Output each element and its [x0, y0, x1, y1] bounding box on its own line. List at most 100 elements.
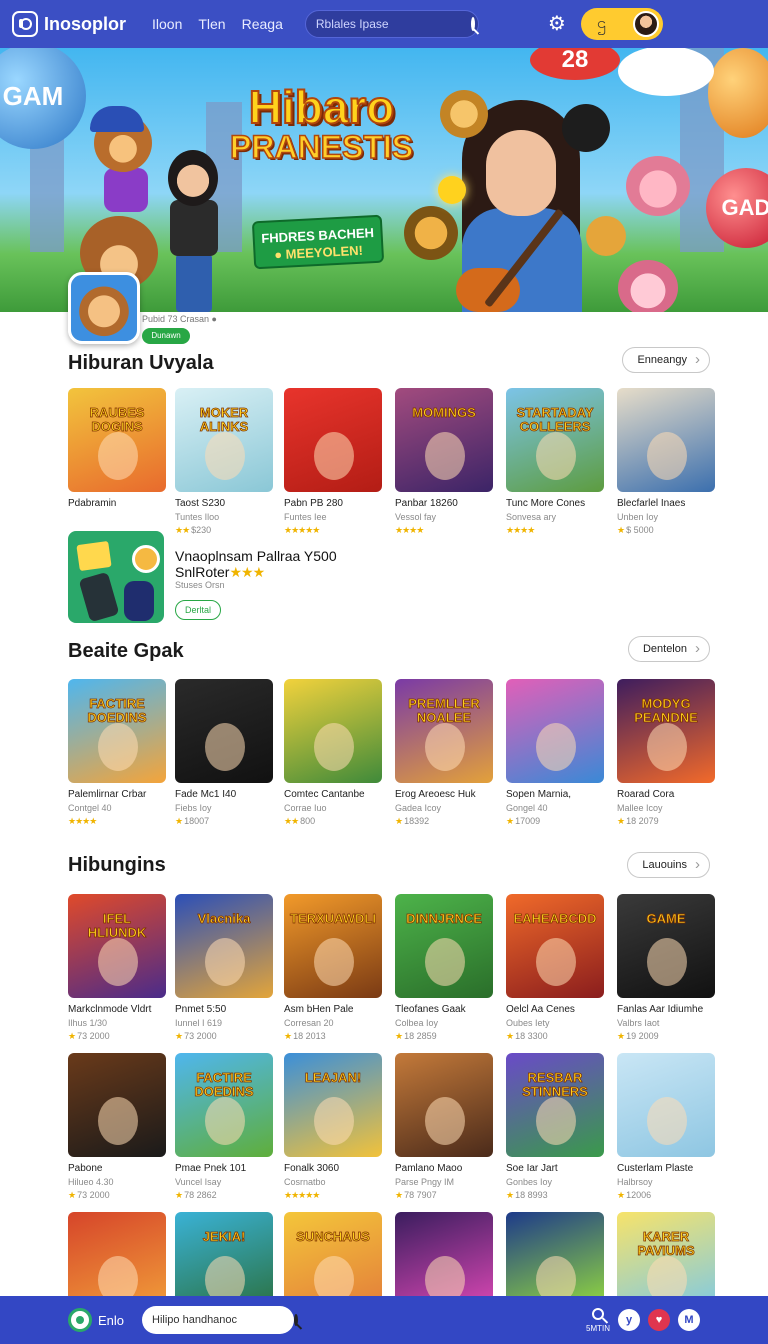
nav-link-3[interactable]: Reaga	[242, 16, 283, 32]
game-title[interactable]: Panbar 18260	[395, 498, 499, 509]
game-tile[interactable]: PREMLLER NOALEE	[395, 679, 493, 783]
game-title[interactable]: Comtec Cantanbe	[284, 789, 388, 800]
game-title[interactable]: Custerlam Plaste	[617, 1163, 721, 1174]
game-tile[interactable]	[68, 1053, 166, 1157]
game-title[interactable]: Fanlas Aar Idiumhe	[617, 1004, 721, 1015]
game-tile[interactable]	[506, 679, 604, 783]
game-tile[interactable]	[284, 388, 382, 492]
card-graphic	[76, 540, 112, 572]
game-rating-row: ★ 18 2013	[284, 1031, 388, 1042]
main-nav: Iloon Tlen Reaga	[152, 16, 283, 32]
game-tile[interactable]: Vlacnika	[175, 894, 273, 998]
game-title[interactable]: Tunc More Cones	[506, 498, 610, 509]
footer-search-button[interactable]: 5MTIN	[586, 1307, 610, 1333]
rating-stars: ★	[284, 1031, 292, 1041]
game-title[interactable]: Asm bHen Pale	[284, 1004, 388, 1015]
game-meta: Pamlano Maoo Parse Pngy IM ★ 78 7907	[395, 1163, 499, 1201]
section-2-more-button[interactable]: Dentelon	[627, 636, 710, 662]
footer-brand-name: Enlo	[98, 1312, 125, 1328]
game-tile[interactable]: TERXUAWDLI	[284, 894, 382, 998]
game-subtitle: Vessol fay	[395, 512, 437, 522]
social-icon-1[interactable]: y	[618, 1309, 640, 1331]
game-meta: Markclnmode Vldrt Ilhus 1/30 ★ 73 2000	[68, 1004, 172, 1042]
featured-app-icon[interactable]	[68, 272, 140, 344]
rating-value: 12006	[626, 1190, 652, 1200]
game-tile[interactable]: MOKER ALINKS	[175, 388, 273, 492]
game-character	[205, 1097, 245, 1145]
game-tile[interactable]	[395, 1053, 493, 1157]
settings-gear-icon[interactable]: ⚙	[547, 14, 567, 34]
section-1-more-button[interactable]: Enneangy	[622, 347, 710, 373]
game-tile[interactable]: RESBAR STINNERS	[506, 1053, 604, 1157]
user-account-pill[interactable]: ဌ	[580, 8, 663, 40]
game-title[interactable]: Sopen Marnia,	[506, 789, 610, 800]
hero-cta-button[interactable]: FHDRES BACHEH ● MEEYOLEN!	[251, 214, 385, 270]
feature-game-icon[interactable]	[68, 531, 164, 623]
rating-value: $ 5000	[626, 525, 654, 535]
social-icon-3[interactable]: M	[678, 1309, 700, 1331]
game-title[interactable]: Fonalk 3060	[284, 1163, 388, 1174]
game-title[interactable]: Palemlirnar Crbar	[68, 789, 172, 800]
game-title[interactable]: Pdabramin	[68, 498, 172, 509]
game-meta: Comtec Cantanbe Corrae Iuo ★★ 800	[284, 789, 388, 827]
game-tile[interactable]: STARTADAY COLLEERS	[506, 388, 604, 492]
game-title[interactable]: Erog Areoesc Huk	[395, 789, 499, 800]
game-tile[interactable]: MODYG PEANDNE	[617, 679, 715, 783]
logo-icon	[12, 11, 38, 37]
heart-icon[interactable]: ♥	[648, 1309, 670, 1331]
game-title[interactable]: Pabone	[68, 1163, 172, 1174]
game-tile[interactable]: MOMINGS	[395, 388, 493, 492]
footer-search-input[interactable]	[152, 1314, 295, 1326]
game-character	[98, 723, 138, 771]
game-tile[interactable]: IFEL HLIUNDK	[68, 894, 166, 998]
footer-search-box[interactable]	[142, 1306, 299, 1334]
game-title[interactable]: Fade Mc1 I40	[175, 789, 279, 800]
game-title[interactable]: Blecfarlel Inaes	[617, 498, 721, 509]
game-title[interactable]: Oelcl Aa Cenes	[506, 1004, 610, 1015]
game-cover-title: RAUBES DOGINS	[89, 405, 145, 434]
game-title[interactable]: Tleofanes Gaak	[395, 1004, 499, 1015]
game-cover-title: FACTIRE DOEDINS	[87, 696, 147, 725]
game-title[interactable]: Taost S230	[175, 498, 279, 509]
game-tile[interactable]	[617, 388, 715, 492]
game-tile[interactable]: DINNJRNCE	[395, 894, 493, 998]
featured-app-download-button[interactable]: Dunawn	[142, 328, 190, 344]
game-tile[interactable]: RAUBES DOGINS	[68, 388, 166, 492]
game-character	[536, 723, 576, 771]
game-title[interactable]: Pabn PB 280	[284, 498, 388, 509]
game-cover-title: Vlacnika	[197, 911, 251, 926]
game-tile[interactable]	[617, 1053, 715, 1157]
nav-link-1[interactable]: Iloon	[152, 16, 182, 32]
game-character	[425, 938, 465, 986]
game-tile[interactable]: LEAJAN!	[284, 1053, 382, 1157]
nav-link-2[interactable]: Tlen	[198, 16, 225, 32]
search-icon[interactable]	[470, 17, 475, 31]
game-tile[interactable]	[284, 679, 382, 783]
search-icon[interactable]	[294, 1314, 299, 1326]
rating-stars: ★★★★	[506, 525, 535, 535]
game-title[interactable]: Roarad Cora	[617, 789, 721, 800]
top-search-input[interactable]	[315, 17, 471, 31]
game-title[interactable]: Pmae Pnek 101	[175, 1163, 279, 1174]
app-logo[interactable]: Inosoplor	[12, 11, 126, 37]
section-3-more-button[interactable]: Lauouins	[627, 852, 710, 878]
game-title[interactable]: Pamlano Maoo	[395, 1163, 499, 1174]
user-avatar[interactable]	[632, 11, 659, 37]
game-tile[interactable]: FACTIRE DOEDINS	[68, 679, 166, 783]
game-tile[interactable]	[175, 679, 273, 783]
footer-brand[interactable]: Enlo	[68, 1308, 124, 1332]
rating-stars: ★	[175, 1031, 183, 1041]
game-rating-row: ★ 78 2862	[175, 1190, 279, 1201]
game-title[interactable]: Soe Iar Jart	[506, 1163, 610, 1174]
game-tile[interactable]: EAHEABCDD	[506, 894, 604, 998]
game-title[interactable]: Markclnmode Vldrt	[68, 1004, 172, 1015]
mascot-6	[618, 260, 678, 312]
top-search-box[interactable]	[304, 10, 479, 38]
game-title[interactable]: Pnmet 5:50	[175, 1004, 279, 1015]
game-rating-row: ★ 73 2000	[175, 1031, 279, 1042]
game-tile[interactable]: FACTIRE DOEDINS	[175, 1053, 273, 1157]
game-tile[interactable]: GAME	[617, 894, 715, 998]
feature-detail-button[interactable]: Derltal	[175, 600, 221, 620]
game-cover-title: RESBAR STINNERS	[522, 1070, 588, 1099]
game-subtitle: Gadea Icoy	[395, 803, 442, 813]
